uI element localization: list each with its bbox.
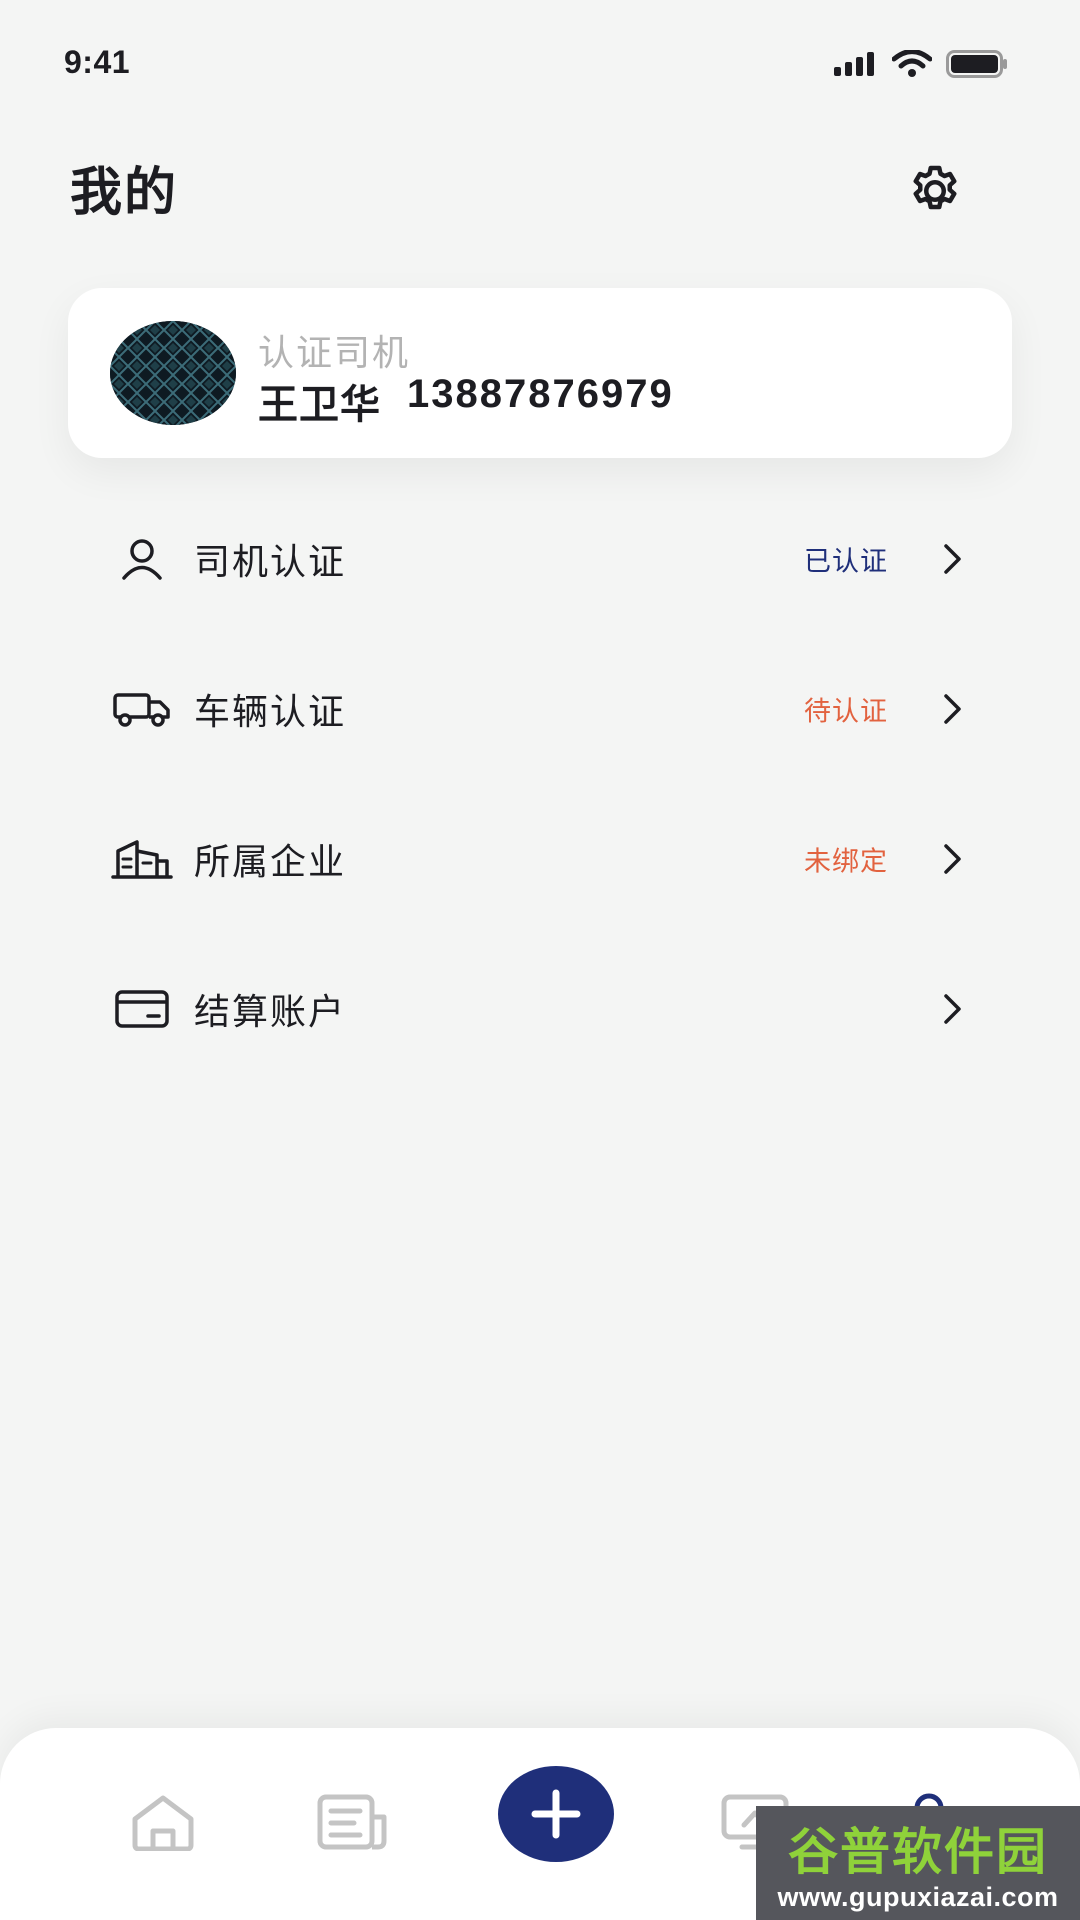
battery-icon: [946, 50, 1007, 78]
profile-phone: 13887876979: [407, 372, 674, 416]
menu-item-company[interactable]: 所属企业 未绑定: [0, 784, 1080, 934]
menu-label: 车辆认证: [194, 692, 347, 733]
building-icon: [110, 831, 174, 887]
tab-home[interactable]: [118, 1782, 208, 1862]
menu-status: 未绑定: [804, 846, 888, 878]
truck-icon: [110, 681, 174, 737]
menu-item-settlement-account[interactable]: 结算账户: [0, 934, 1080, 1084]
tab-orders[interactable]: [308, 1782, 398, 1862]
watermark: 谷普软件园 www.gupuxiazai.com: [756, 1806, 1080, 1920]
profile-name: 王卫华: [258, 382, 381, 428]
watermark-title: 谷普软件园: [788, 1823, 1048, 1881]
menu-item-vehicle-verification[interactable]: 车辆认证 待认证: [0, 634, 1080, 784]
chevron-right-icon: [938, 689, 968, 729]
wifi-icon: [892, 50, 932, 77]
page-title: 我的: [70, 163, 179, 223]
menu-label: 所属企业: [194, 842, 347, 883]
add-button[interactable]: [498, 1766, 614, 1862]
gear-icon: [913, 165, 957, 210]
profile-role: 认证司机: [258, 333, 411, 374]
profile-name-row: 王卫华 13887876979: [258, 372, 674, 430]
chevron-right-icon: [938, 839, 968, 879]
orders-icon: [317, 1794, 387, 1850]
settings-button[interactable]: [902, 158, 968, 224]
menu-label: 司机认证: [194, 542, 347, 583]
menu-status: 已认证: [804, 546, 888, 578]
watermark-url: www.gupuxiazai.com: [777, 1882, 1059, 1912]
signal-icon: [834, 52, 874, 76]
status-time: 9:41: [64, 44, 131, 80]
status-icons: [834, 50, 1008, 78]
status-bar: 9:41: [0, 0, 1080, 130]
chevron-right-icon: [938, 539, 968, 579]
user-icon: [110, 531, 174, 587]
profile-card[interactable]: 认证司机 王卫华 13887876979: [68, 288, 1012, 458]
add-icon: [531, 1789, 581, 1839]
menu-label: 结算账户: [194, 992, 347, 1033]
avatar: [110, 321, 236, 425]
menu-status: 待认证: [804, 696, 888, 728]
home-icon: [132, 1795, 194, 1851]
card-icon: [110, 981, 174, 1037]
menu-item-driver-verification[interactable]: 司机认证 已认证: [0, 484, 1080, 634]
chevron-right-icon: [938, 989, 968, 1029]
